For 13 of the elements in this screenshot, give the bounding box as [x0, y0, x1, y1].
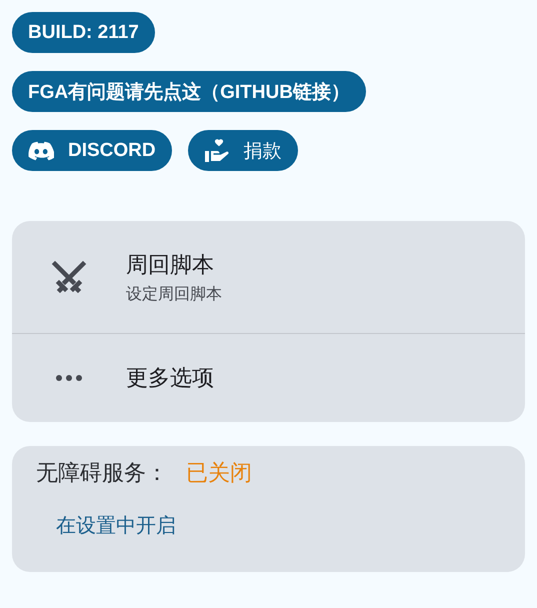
more-icon: [55, 374, 83, 382]
accessibility-label: 无障碍服务：: [36, 460, 168, 488]
enable-in-settings-link[interactable]: 在设置中开启: [56, 512, 176, 539]
link-button[interactable]: BUILD: 2117: [12, 12, 155, 53]
service-status: 已关闭: [186, 460, 252, 488]
donate-button[interactable]: 捐款: [188, 130, 298, 171]
discord-button[interactable]: DISCORD: [12, 130, 172, 171]
link-button[interactable]: FGA有问题请先点这（GITHUB链接）: [12, 71, 366, 112]
more-options-item[interactable]: 更多选项: [12, 333, 525, 422]
discord-icon: [28, 140, 54, 160]
hand-heart-icon: [204, 138, 230, 162]
menu-item[interactable]: 周回脚本 设定周回脚本: [12, 221, 525, 333]
crossed-swords-icon: [51, 259, 87, 295]
